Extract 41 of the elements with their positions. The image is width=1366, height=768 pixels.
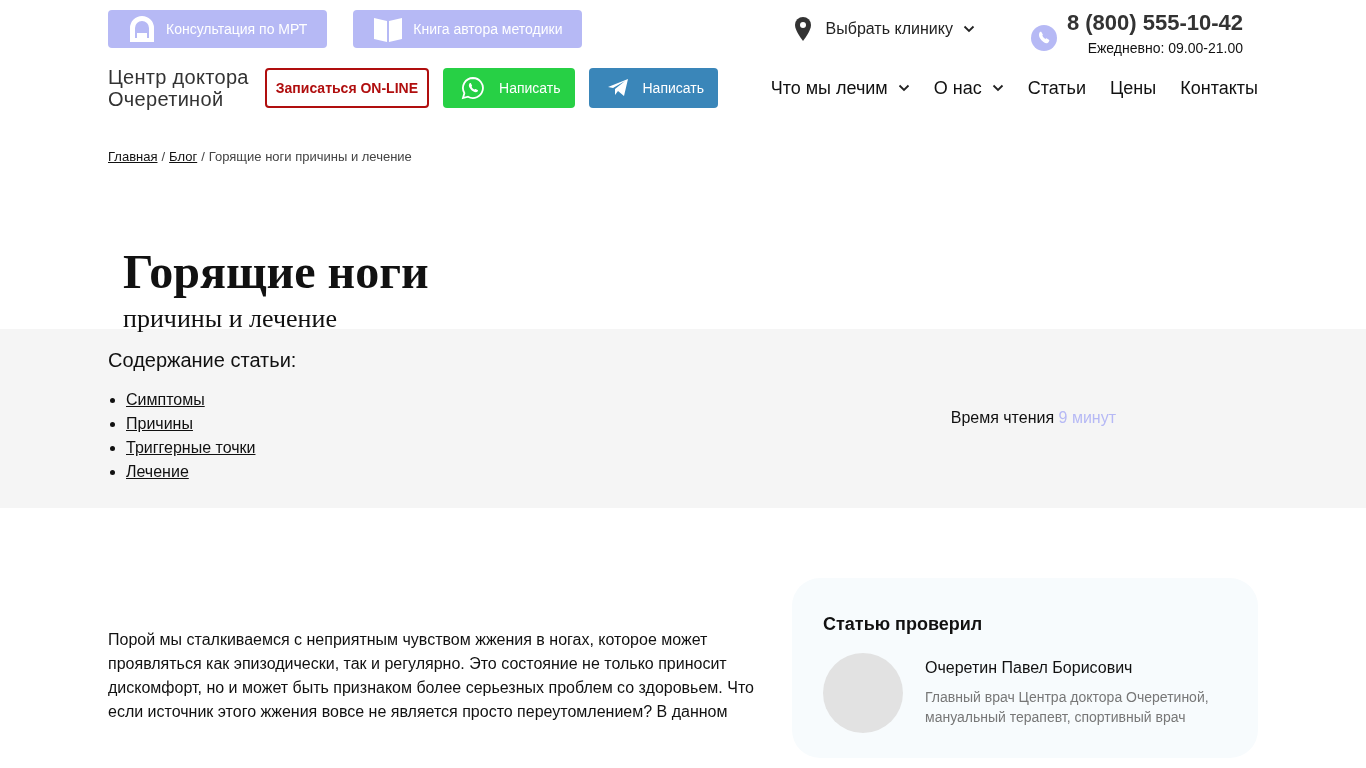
book-online-button[interactable]: Записаться ON-LINE	[264, 68, 429, 108]
bullet-icon	[110, 397, 115, 403]
bullet-icon	[110, 469, 115, 475]
breadcrumb-separator: /	[161, 149, 166, 164]
message-button[interactable]: Написать	[588, 68, 718, 108]
article-title: Горящие ноги	[123, 244, 430, 300]
toc-link[interactable]: Лечение	[126, 463, 189, 481]
breadcrumb-separator: /	[201, 149, 205, 164]
map-pin-icon	[793, 16, 812, 42]
phone-icon	[1030, 25, 1057, 51]
breadcrumb-current: Горящие ноги причины и лечение	[208, 149, 412, 164]
chat-phone-icon	[461, 76, 485, 100]
nav-link[interactable]: Контакты	[1180, 77, 1258, 99]
breadcrumb-link[interactable]: Блог	[169, 149, 198, 164]
reviewer-role: Главный врач Центра доктора Очеретиной, мануальный терапевт, спортивный врач	[925, 688, 1210, 727]
phone-number[interactable]: 8 (800) 555-10-42	[1066, 10, 1243, 36]
chevron-down-icon	[991, 84, 1004, 92]
nav-link[interactable]: Что мы лечим	[770, 77, 910, 99]
reading-time: Время чтения 9 минут	[950, 409, 1116, 428]
toc-link[interactable]: Причины	[126, 415, 193, 433]
breadcrumb-link[interactable]: Главная	[108, 149, 158, 164]
clinic-select[interactable]: Выбрать клинику	[825, 20, 975, 38]
scanner-icon	[128, 14, 156, 44]
toc-heading: Содержание статьи:	[108, 349, 298, 372]
chevron-down-icon	[897, 84, 910, 92]
book-icon	[373, 15, 404, 43]
bullet-icon	[110, 421, 115, 427]
nav-link[interactable]: О нас	[933, 77, 1004, 99]
paper-plane-icon	[606, 78, 629, 98]
nav-link[interactable]: Цены	[1110, 77, 1157, 99]
bullet-icon	[110, 445, 115, 451]
intro-paragraph: Порой мы сталкиваемся с неприятным чувством жжения в ногах, которое может проявляться как эпизодически, так и регулярно. Это состояние не только приносит дискомфорт, но и может быть признаком более серьезных проблем со здоровьем. Что если источник этого жжения вовсе не является просто переутомлением? В данном	[108, 630, 755, 722]
chevron-down-icon	[962, 25, 975, 33]
reviewer-name: Очеретин Павел Борисович	[925, 659, 1134, 677]
article-subtitle: причины и лечение	[123, 304, 338, 334]
site-logo[interactable]: Центр доктора Очеретиной	[108, 66, 249, 110]
working-hours: Ежедневно: 09.00-21.00	[1087, 40, 1243, 56]
toc-link[interactable]: Триггерные точки	[126, 439, 256, 457]
toc-link[interactable]: Симптомы	[126, 391, 205, 409]
nav-link[interactable]: Статьи	[1027, 77, 1087, 99]
reviewer-heading: Статью проверил	[823, 614, 984, 635]
